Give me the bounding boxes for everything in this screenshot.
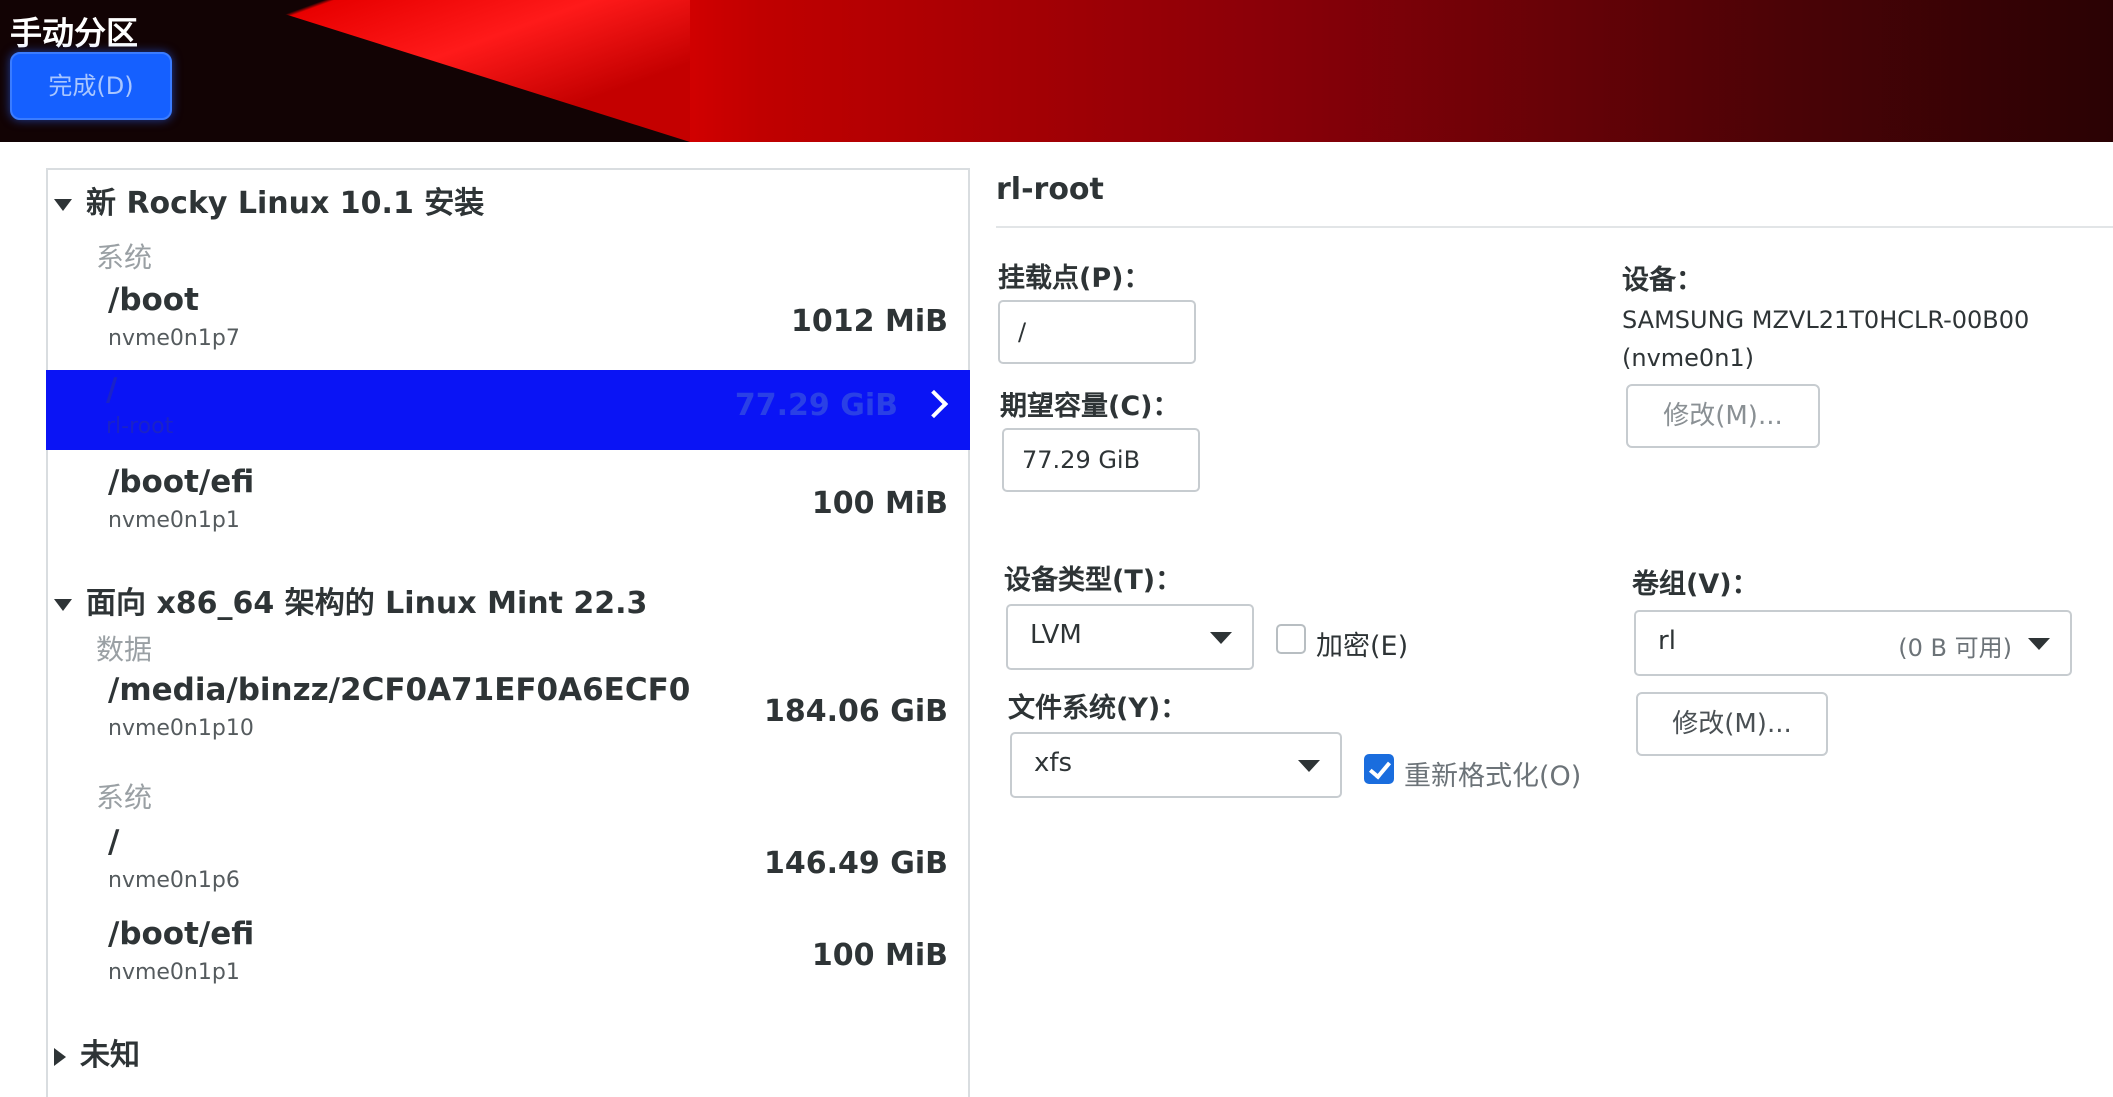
dropdown-arrow-icon — [1298, 760, 1320, 772]
page-title: 手动分区 — [10, 14, 139, 52]
group-title: 新 Rocky Linux 10.1 安装 — [86, 186, 485, 221]
header-bar: 手动分区 完成(D) — [0, 0, 2113, 142]
mount-point: /media/binzz/2CF0A71EF0A6ECF0 — [108, 672, 691, 708]
expander-down-icon[interactable] — [54, 598, 72, 611]
device-name: nvme0n1p7 — [108, 326, 240, 351]
partition-item-media[interactable]: /media/binzz/2CF0A71EF0A6ECF0 nvme0n1p10… — [48, 672, 968, 758]
device-name: nvme0n1p1 — [108, 508, 240, 533]
device-type-dropdown[interactable]: LVM — [1006, 604, 1254, 670]
desired-capacity-label: 期望容量(C)： — [1000, 391, 1180, 422]
checkmark-icon — [1368, 756, 1392, 780]
device-label: 设备： — [1622, 265, 1703, 296]
device-name: rl-root — [106, 414, 174, 439]
partition-item-boot[interactable]: /boot nvme0n1p7 1012 MiB — [48, 282, 968, 368]
device-type-label: 设备类型(T)： — [1004, 565, 1183, 596]
tree-group-mint[interactable]: 面向 x86_64 架构的 Linux Mint 22.3 — [54, 578, 647, 622]
chevron-right-icon — [919, 389, 949, 419]
encrypt-label[interactable]: 加密(E) — [1316, 624, 1408, 663]
device-name: nvme0n1p1 — [108, 960, 240, 985]
volume-group-dropdown[interactable]: rl (0 B 可用) — [1634, 610, 2072, 676]
volume-group-free-space: (0 B 可用) — [1898, 634, 2012, 662]
reformat-label[interactable]: 重新格式化(O) — [1404, 754, 1581, 793]
mount-point-input[interactable]: / — [998, 300, 1196, 364]
reformat-checkbox[interactable] — [1364, 754, 1394, 784]
volume-group-value: rl — [1658, 626, 1676, 656]
expander-down-icon[interactable] — [54, 198, 72, 211]
filesystem-dropdown[interactable]: xfs — [1010, 732, 1342, 798]
device-type-value: LVM — [1030, 620, 1082, 650]
details-title: rl-root — [996, 172, 1104, 207]
partition-item-root-selected[interactable]: / rl-root 77.29 GiB — [46, 370, 970, 450]
modify-volume-group-button[interactable]: 修改(M)... — [1636, 692, 1828, 756]
modify-device-button[interactable]: 修改(M)... — [1626, 384, 1820, 448]
section-label-system: 系统 — [96, 781, 153, 814]
tree-group-rocky[interactable]: 新 Rocky Linux 10.1 安装 — [54, 178, 484, 222]
mount-point-label: 挂载点(P)： — [998, 263, 1151, 294]
done-button[interactable]: 完成(D) — [10, 52, 172, 120]
group-title: 面向 x86_64 架构的 Linux Mint 22.3 — [86, 586, 648, 621]
tree-group-unknown[interactable]: 未知 — [54, 1030, 140, 1074]
partition-size: 100 MiB — [811, 938, 948, 973]
dropdown-arrow-icon — [1210, 632, 1232, 644]
desired-capacity-input[interactable]: 77.29 GiB — [1002, 428, 1200, 492]
filesystem-label: 文件系统(Y)： — [1008, 693, 1188, 724]
section-label-system: 系统 — [96, 241, 153, 274]
mount-point: /boot/efi — [108, 916, 255, 952]
device-name-text: SAMSUNG MZVL21T0HCLR-00B00 — [1622, 306, 2030, 334]
mount-point: / — [108, 824, 120, 860]
mount-point: / — [106, 372, 118, 408]
mount-point: /boot — [108, 282, 199, 318]
partition-size: 184.06 GiB — [764, 694, 948, 729]
dropdown-arrow-icon — [2028, 638, 2050, 650]
partition-item-boot-efi[interactable]: /boot/efi nvme0n1p1 100 MiB — [48, 464, 968, 550]
group-title: 未知 — [80, 1038, 140, 1073]
partition-tree: 新 Rocky Linux 10.1 安装 系统 /boot nvme0n1p7… — [46, 168, 970, 1097]
encrypt-checkbox[interactable] — [1276, 624, 1306, 654]
volume-group-label: 卷组(V)： — [1632, 569, 1759, 600]
header-left-panel: 手动分区 完成(D) — [0, 0, 690, 142]
partition-size: 1012 MiB — [791, 304, 948, 339]
filesystem-value: xfs — [1034, 748, 1073, 778]
partition-size: 146.49 GiB — [764, 846, 948, 881]
device-name: nvme0n1p10 — [108, 716, 254, 741]
partition-size: 77.29 GiB — [734, 388, 898, 423]
section-label-data: 数据 — [96, 633, 153, 666]
device-id-text: (nvme0n1) — [1622, 344, 1755, 372]
device-name: nvme0n1p6 — [108, 868, 240, 893]
details-separator — [996, 226, 2113, 228]
partition-size: 100 MiB — [811, 486, 948, 521]
partition-item-mint-root[interactable]: / nvme0n1p6 146.49 GiB — [48, 824, 968, 910]
mount-point: /boot/efi — [108, 464, 255, 500]
expander-right-icon[interactable] — [54, 1047, 66, 1066]
partition-item-mint-boot-efi[interactable]: /boot/efi nvme0n1p1 100 MiB — [48, 916, 968, 1002]
